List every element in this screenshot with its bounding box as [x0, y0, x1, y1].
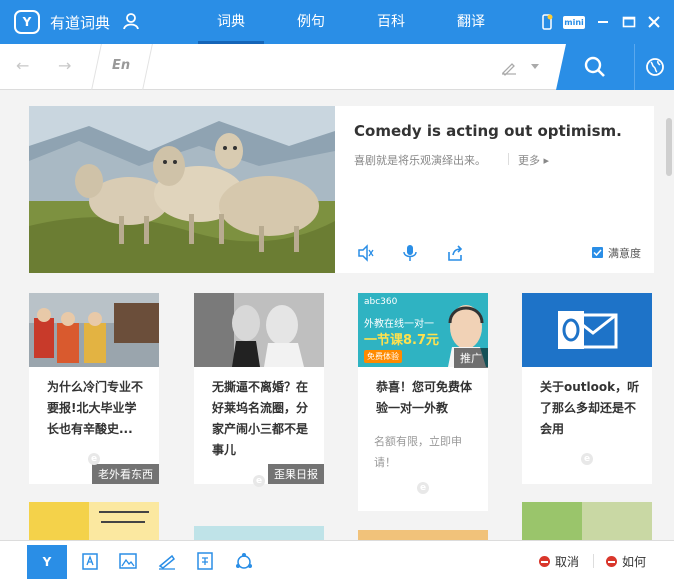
title-bar: Y 有道词典 词典 例句 百科 翻译 mini	[0, 0, 674, 44]
ad-card[interactable]: abc360 外教在线一对一 一节课8.7元 免费体验 推广 恭喜！您可免费体验…	[358, 293, 488, 511]
minus-circle-icon	[606, 556, 617, 567]
outlook-logo	[522, 293, 652, 367]
check-icon	[593, 249, 602, 257]
mini-mode-button[interactable]: mini	[563, 16, 585, 29]
ad-line1: 外教在线一对一	[364, 319, 434, 330]
card-title: 恭喜！您可免费体验一对一外教	[376, 380, 473, 415]
back-arrow-icon[interactable]: ←	[16, 58, 32, 74]
handwriting-icon[interactable]	[500, 58, 518, 76]
search-icon	[584, 56, 605, 77]
globe-button[interactable]	[634, 44, 674, 90]
word-card-icon[interactable]	[80, 551, 100, 571]
minus-circle-icon	[539, 556, 550, 567]
sheep-photo	[29, 106, 335, 273]
tab-translate[interactable]: 翻译	[438, 0, 504, 44]
tab-dictionary[interactable]: 词典	[198, 0, 264, 44]
ad-brand: abc360	[364, 297, 398, 307]
card-tag: 歪果日报	[268, 464, 324, 484]
search-button[interactable]	[556, 44, 634, 90]
app-title: 有道词典	[50, 14, 111, 32]
sentence-english: Comedy is acting out optimism.	[354, 122, 622, 140]
tab-examples[interactable]: 例句	[278, 0, 344, 44]
article-photo	[194, 293, 324, 367]
card-title: 为什么冷门专业不要报!北大毕业学长也有辛酸史...	[47, 380, 144, 436]
forward-arrow-icon[interactable]: →	[58, 58, 74, 74]
youdao-e-icon: e	[417, 482, 429, 494]
sync-icon[interactable]	[234, 551, 254, 571]
more-label: 更多	[518, 154, 540, 167]
card-tag: 老外看东西	[92, 464, 159, 484]
article-card-partial[interactable]	[358, 530, 488, 540]
youdao-e-icon: e	[253, 475, 265, 487]
chevron-down-icon[interactable]	[531, 64, 539, 69]
content-area: Comedy is acting out optimism. 喜剧就是将乐观演绎…	[0, 90, 674, 540]
card-tag: 推广	[454, 348, 488, 368]
youdao-logo-button[interactable]: Y	[27, 545, 67, 579]
article-photo	[29, 293, 159, 367]
language-selector[interactable]: En	[112, 58, 130, 73]
how-label: 如何	[622, 555, 647, 569]
article-card-partial[interactable]	[194, 526, 324, 540]
microphone-icon[interactable]	[401, 244, 419, 262]
close-icon[interactable]	[645, 13, 663, 31]
globe-icon	[645, 58, 664, 76]
divider	[593, 554, 594, 568]
satisfaction-label: 满意度	[608, 247, 641, 260]
article-card[interactable]: 歪果日报 无撕逼不离婚？在好莱坞名流圈，分家产闹小三都不是事儿 e	[194, 293, 324, 487]
maximize-icon[interactable]	[620, 13, 638, 31]
translate-icon[interactable]	[195, 551, 215, 571]
cancel-button[interactable]: 取消	[539, 553, 579, 570]
article-card-partial[interactable]	[29, 502, 159, 540]
ad-line2: 一节课8.7元	[364, 333, 440, 348]
more-link[interactable]: 更多 ▸	[518, 152, 549, 168]
bottom-toolbar: Y 取消 如何	[0, 540, 674, 581]
search-input[interactable]	[160, 54, 490, 80]
cancel-label: 取消	[555, 555, 580, 569]
share-icon[interactable]	[446, 244, 464, 262]
speaker-icon[interactable]	[357, 244, 375, 262]
divider	[508, 153, 509, 165]
daily-sentence-card[interactable]: Comedy is acting out optimism. 喜剧就是将乐观演绎…	[29, 106, 654, 273]
article-card-partial[interactable]	[522, 502, 652, 540]
ad-line3: 免费体验	[364, 350, 402, 363]
scrollbar[interactable]	[666, 118, 672, 176]
card-subtitle: 名额有限，立即申请！	[374, 435, 462, 469]
sentence-chinese: 喜剧就是将乐观演绎出来。	[354, 154, 486, 167]
youdao-e-icon: e	[88, 453, 100, 465]
article-card[interactable]: 关于outlook，听了那么多却还是不会用 e	[522, 293, 652, 484]
app-logo: Y	[14, 10, 40, 34]
minimize-icon[interactable]	[594, 13, 612, 31]
card-title: 关于outlook，听了那么多却还是不会用	[540, 380, 640, 436]
article-card[interactable]: 老外看东西 为什么冷门专业不要报!北大毕业学长也有辛酸史... e	[29, 293, 159, 484]
satisfaction-checkbox[interactable]	[592, 247, 603, 258]
phone-icon[interactable]	[538, 13, 556, 31]
user-icon[interactable]	[122, 12, 140, 30]
card-title: 无撕逼不离婚？在好莱坞名流圈，分家产闹小三都不是事儿	[212, 380, 309, 457]
how-button[interactable]: 如何	[606, 553, 646, 570]
image-translate-icon[interactable]	[118, 551, 138, 571]
screen-capture-icon[interactable]	[157, 551, 177, 571]
youdao-e-icon: e	[581, 453, 593, 465]
tab-encyclopedia[interactable]: 百科	[358, 0, 424, 44]
